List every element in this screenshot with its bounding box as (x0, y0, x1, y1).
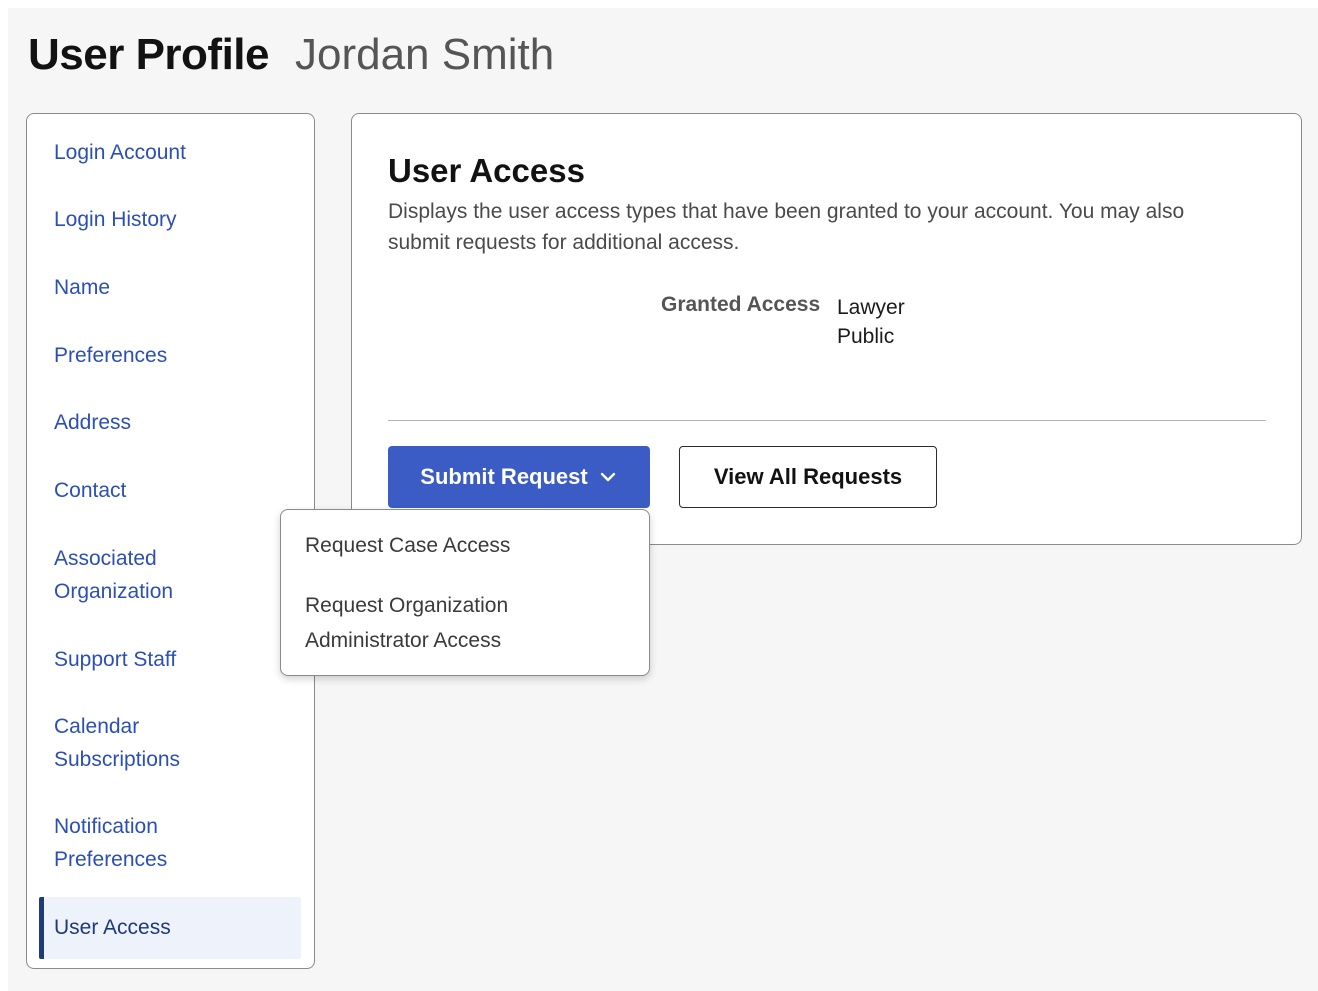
granted-access-value: Public (837, 325, 895, 348)
submit-request-label: Submit Request (420, 464, 588, 489)
divider (388, 420, 1266, 421)
page-header: User Profile Jordan Smith (28, 30, 554, 80)
sidebar-item-user-access[interactable]: User Access (39, 897, 301, 959)
sidebar-item-name[interactable]: Name (39, 271, 301, 304)
user-access-card: User Access Displays the user access typ… (351, 113, 1302, 545)
granted-access-label: Granted Access (661, 293, 821, 316)
sidebar-item-address[interactable]: Address (39, 406, 301, 439)
menu-item-request-case-access[interactable]: Request Case Access (305, 528, 625, 563)
sidebar-item-login-account[interactable]: Login Account (39, 136, 301, 169)
user-name: Jordan Smith (294, 30, 555, 79)
sidebar-item-contact[interactable]: Contact (39, 474, 301, 507)
page: User Profile Jordan Smith Login Account … (8, 8, 1318, 991)
sidebar-item-support-staff[interactable]: Support Staff (39, 643, 301, 676)
sidebar-item-associated-organization[interactable]: Associated Organization (39, 542, 301, 608)
submit-request-button[interactable]: Submit Request (388, 446, 650, 508)
sidebar-item-preferences[interactable]: Preferences (39, 339, 301, 372)
submit-request-dropdown: Request Case Access Request Organization… (280, 509, 650, 676)
view-all-requests-button[interactable]: View All Requests (679, 446, 937, 508)
sidebar-item-calendar-subscriptions[interactable]: Calendar Subscriptions (39, 710, 301, 776)
sidebar-nav: Login Account Login History Name Prefere… (26, 113, 315, 969)
granted-access-values: Lawyer Public (837, 293, 905, 351)
granted-access-value: Lawyer (837, 296, 905, 319)
sidebar-item-login-history[interactable]: Login History (39, 203, 301, 236)
menu-item-request-org-admin-access[interactable]: Request Organization Administrator Acces… (305, 588, 625, 658)
section-description: Displays the user access types that have… (388, 200, 1185, 254)
chevron-down-icon (600, 472, 615, 482)
page-title: User Profile (28, 30, 269, 79)
sidebar-item-notification-preferences[interactable]: Notification Preferences (39, 810, 301, 876)
section-title: User Access (388, 152, 585, 189)
